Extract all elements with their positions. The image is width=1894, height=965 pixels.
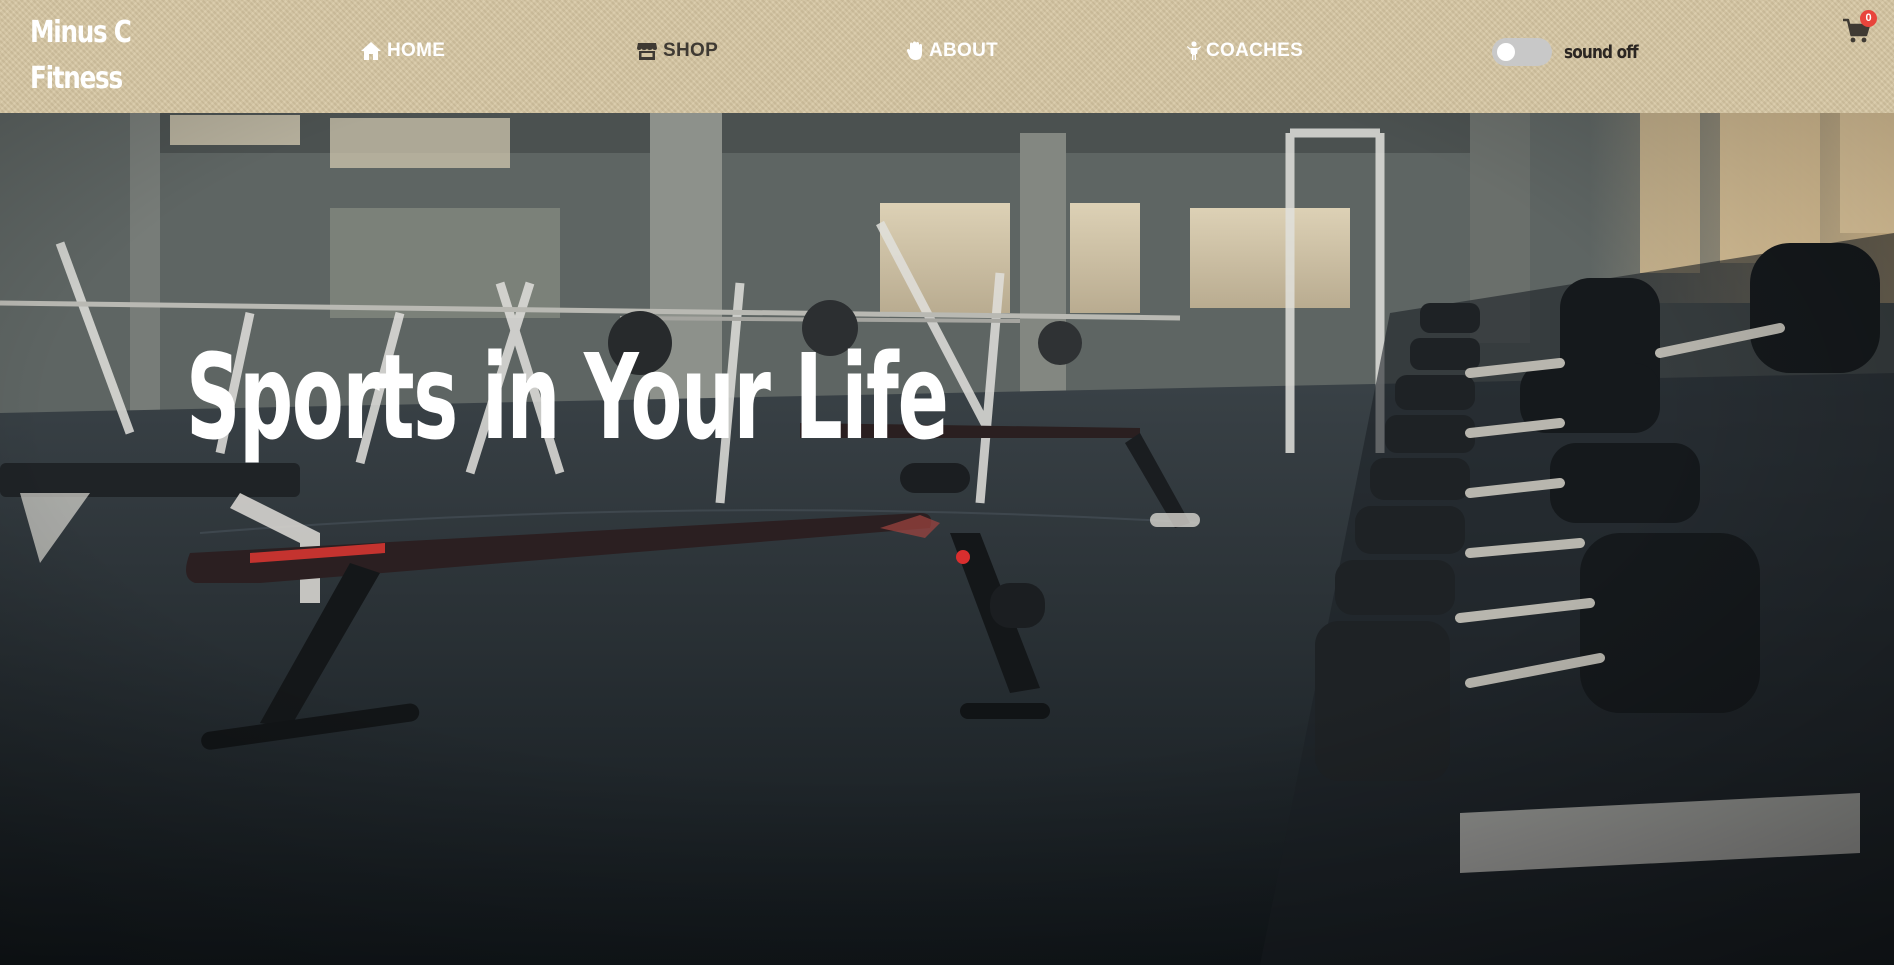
nav-shop-link[interactable]: SHOP <box>636 40 718 62</box>
sound-toggle-knob <box>1497 43 1515 61</box>
person-icon <box>1187 41 1201 60</box>
brand-logo[interactable]: Minus C Fitness <box>30 10 161 102</box>
nav-coaches-label: COACHES <box>1206 40 1304 61</box>
nav-about-label: ABOUT <box>929 40 999 61</box>
nav-coaches-link[interactable]: COACHES <box>1187 40 1303 62</box>
hand-icon <box>906 41 922 60</box>
cart-button[interactable]: 0 <box>1842 10 1877 44</box>
hero-section: Sports in Your Life <box>0 113 1894 965</box>
home-icon <box>361 42 381 60</box>
hero-title: Sports in Your Life <box>186 328 949 466</box>
brand-line-1: Minus C <box>30 15 132 50</box>
nav-home-label: HOME <box>387 40 446 61</box>
nav-shop-label: SHOP <box>663 40 719 61</box>
gym-interior-photo <box>0 113 1894 965</box>
sound-label: sound off <box>1564 41 1639 63</box>
sound-toggle[interactable] <box>1492 38 1552 66</box>
brand-line-2: Fitness <box>30 61 123 96</box>
navbar: Minus C Fitness HOME SHOP ABOUT COACHES … <box>0 0 1894 113</box>
store-icon <box>637 43 657 60</box>
cart-count-badge: 0 <box>1860 10 1877 27</box>
sound-control: sound off <box>1492 38 1651 66</box>
page: Minus C Fitness HOME SHOP ABOUT COACHES … <box>0 0 1894 965</box>
nav-home-link[interactable]: HOME <box>360 40 445 62</box>
nav-about-link[interactable]: ABOUT <box>906 40 998 62</box>
